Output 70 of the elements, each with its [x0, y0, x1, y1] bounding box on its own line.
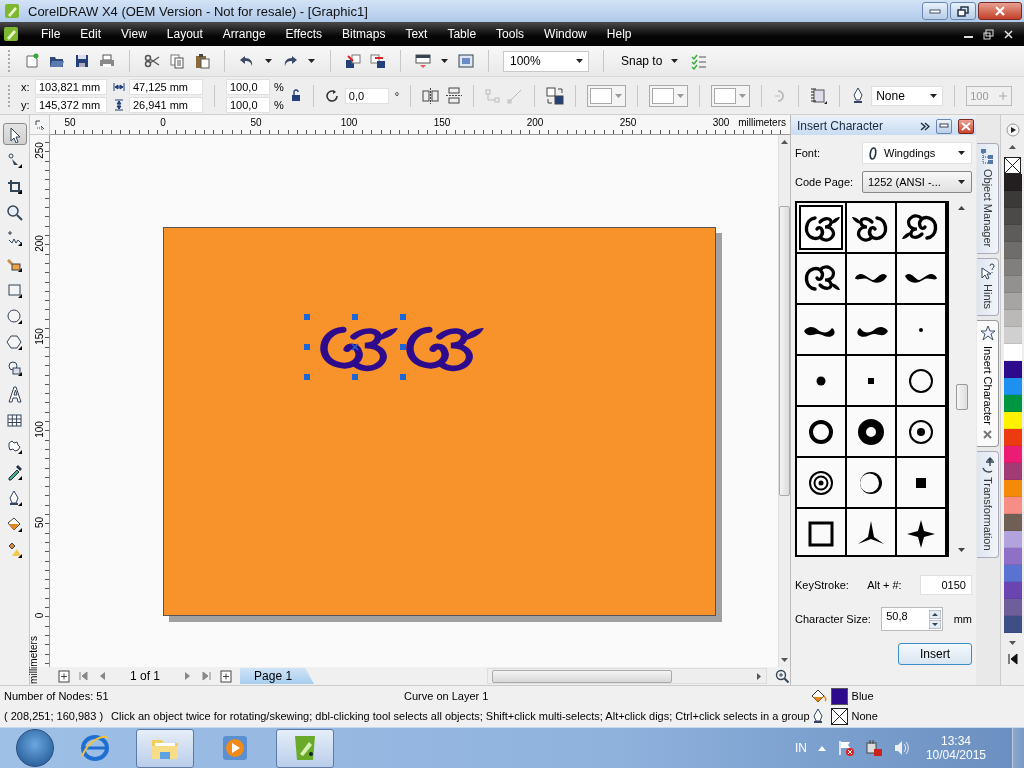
width-field[interactable]: 47,125 mm	[129, 78, 203, 95]
field-label: Character Size:	[795, 613, 871, 625]
font-dropdown[interactable]: Wingdings	[862, 142, 972, 164]
page-count: 1 of 1	[130, 669, 161, 683]
zoom-dropdown[interactable]: 100%	[503, 50, 589, 72]
status-hint: Click an object twice for rotating/skewing; dbl-clicking tool selects all objects; Shift+click multi-selects; Alt+click digs; Ctrl+click selects in a group	[111, 710, 810, 722]
menu-item[interactable]: Arrange	[212, 25, 276, 43]
ruler-label: 250	[619, 117, 637, 128]
ruler-label: 100	[340, 117, 358, 128]
height-field[interactable]: 26,941 mm	[129, 96, 203, 113]
scale-height-field[interactable]: 100,0	[226, 96, 270, 113]
status-text: Curve on Layer 1	[404, 690, 490, 702]
ruler-label: 100	[33, 420, 45, 440]
y-position-field[interactable]: 145,372 mm	[35, 96, 107, 113]
scale-width-field[interactable]: 100,0	[226, 78, 270, 95]
docker-tab[interactable]: Hints	[977, 258, 999, 317]
docker-tab[interactable]: Object Manager	[977, 143, 999, 255]
clock-time: 13:34	[940, 734, 971, 748]
clock-date: 10/04/2015	[925, 748, 986, 762]
menu-item[interactable]: Text	[395, 25, 438, 43]
x-label: x:	[21, 80, 31, 93]
unit-label: mm	[953, 613, 972, 625]
code-page-dropdown[interactable]: 1252 (ANSI -...	[862, 171, 972, 193]
docker-tab[interactable]: Transformation	[977, 451, 999, 558]
ruler-label: 0	[33, 611, 45, 621]
character-size-spinbox[interactable]: 50,8	[881, 607, 944, 631]
field-label: Font:	[795, 147, 821, 159]
percent-sign: %	[274, 80, 284, 93]
menu-item[interactable]: Layout	[156, 25, 213, 43]
ruler-label: 50	[250, 117, 262, 128]
rotation-field[interactable]: 0,0	[344, 87, 389, 104]
outline-name: None	[851, 710, 878, 722]
ruler-label: 300	[712, 117, 730, 128]
menu-item[interactable]: Effects	[275, 25, 333, 43]
snap-to-button[interactable]: Snap to	[618, 52, 683, 70]
docker-tab[interactable]: Insert Character	[977, 320, 999, 448]
ruler-label: 150	[33, 327, 45, 347]
page-tab[interactable]: Page 1	[240, 668, 315, 684]
field-label: Code Page:	[795, 176, 854, 188]
ruler-label: 50	[33, 515, 45, 531]
status-text: Number of Nodes: 51	[4, 690, 109, 702]
menu-item[interactable]: Table	[437, 25, 487, 43]
x-position-field[interactable]: 103,821 mm	[35, 78, 107, 95]
ruler-label: 50	[64, 117, 76, 128]
ruler-label: 0	[160, 117, 166, 128]
menu-item[interactable]: Edit	[70, 25, 112, 43]
keystroke-field[interactable]: 0150	[920, 575, 972, 595]
ruler-label: 150	[433, 117, 451, 128]
outline-width-dropdown[interactable]: None	[871, 85, 944, 106]
ruler-label: 250	[33, 141, 45, 161]
fill-name: Blue	[851, 690, 874, 702]
degree-sign: °	[394, 89, 400, 102]
y-label: y:	[21, 98, 31, 111]
field-label: KeyStroke:	[795, 579, 849, 591]
window-title: CorelDRAW X4 (OEM Version - Not for resale) - [Graphic1]	[28, 3, 369, 19]
menu-item[interactable]: Help	[596, 25, 642, 43]
menu-item[interactable]: Bitmaps	[332, 25, 396, 43]
ruler-unit-label: millimeters	[738, 117, 786, 128]
ruler-unit-label: millimeters	[28, 635, 40, 686]
insert-button[interactable]: Insert	[898, 643, 972, 665]
docker-title: Insert Character	[797, 119, 885, 133]
menu-item[interactable]: File	[31, 25, 71, 43]
ruler-label: 200	[526, 117, 544, 128]
percent-sign: %	[274, 98, 284, 111]
menu-item[interactable]: View	[111, 25, 157, 43]
cursor-coordinates: ( 208,251; 160,983 )	[4, 710, 104, 722]
keystroke-prefix: Alt + #:	[867, 579, 902, 591]
ruler-label: 200	[33, 234, 45, 254]
menu-item[interactable]: Window	[534, 25, 597, 43]
menu-item[interactable]: Tools	[486, 25, 535, 43]
